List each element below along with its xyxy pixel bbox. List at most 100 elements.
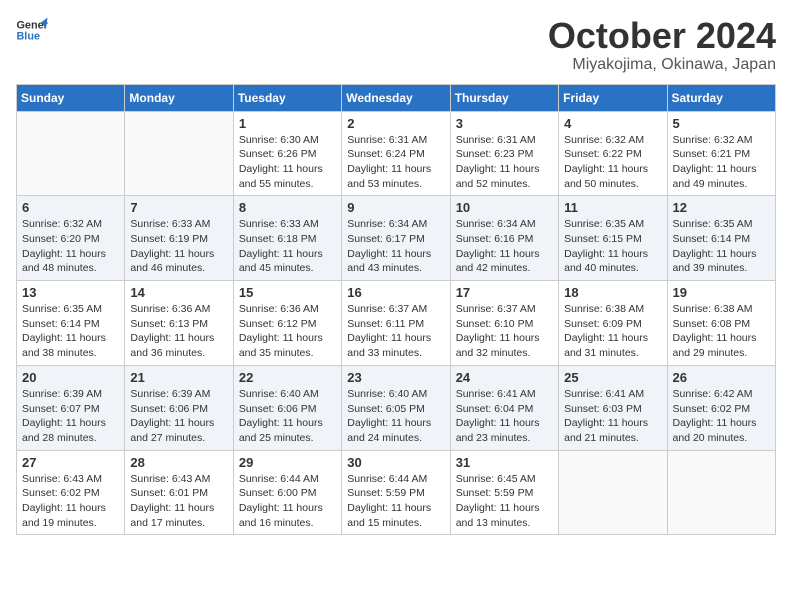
calendar-cell: 21 Sunrise: 6:39 AMSunset: 6:06 PMDaylig… — [125, 365, 233, 450]
calendar-cell: 30 Sunrise: 6:44 AMSunset: 5:59 PMDaylig… — [342, 450, 450, 535]
calendar-cell: 31 Sunrise: 6:45 AMSunset: 5:59 PMDaylig… — [450, 450, 558, 535]
day-number: 17 — [456, 285, 553, 300]
calendar-cell: 22 Sunrise: 6:40 AMSunset: 6:06 PMDaylig… — [233, 365, 341, 450]
calendar-cell: 1 Sunrise: 6:30 AMSunset: 6:26 PMDayligh… — [233, 111, 341, 196]
day-info: Sunrise: 6:36 AMSunset: 6:12 PMDaylight:… — [239, 302, 336, 361]
day-info: Sunrise: 6:43 AMSunset: 6:01 PMDaylight:… — [130, 472, 227, 531]
day-number: 29 — [239, 455, 336, 470]
day-number: 14 — [130, 285, 227, 300]
day-info: Sunrise: 6:39 AMSunset: 6:07 PMDaylight:… — [22, 387, 119, 446]
calendar-cell: 28 Sunrise: 6:43 AMSunset: 6:01 PMDaylig… — [125, 450, 233, 535]
day-number: 27 — [22, 455, 119, 470]
day-info: Sunrise: 6:39 AMSunset: 6:06 PMDaylight:… — [130, 387, 227, 446]
col-sunday: Sunday — [17, 84, 125, 111]
day-info: Sunrise: 6:37 AMSunset: 6:10 PMDaylight:… — [456, 302, 553, 361]
day-number: 5 — [673, 116, 770, 131]
day-info: Sunrise: 6:40 AMSunset: 6:05 PMDaylight:… — [347, 387, 444, 446]
day-number: 19 — [673, 285, 770, 300]
location-title: Miyakojima, Okinawa, Japan — [548, 56, 776, 74]
day-number: 20 — [22, 370, 119, 385]
calendar-week-4: 20 Sunrise: 6:39 AMSunset: 6:07 PMDaylig… — [17, 365, 776, 450]
day-info: Sunrise: 6:35 AMSunset: 6:14 PMDaylight:… — [22, 302, 119, 361]
month-title: October 2024 — [548, 16, 776, 56]
calendar-week-1: 1 Sunrise: 6:30 AMSunset: 6:26 PMDayligh… — [17, 111, 776, 196]
logo: General Blue — [16, 16, 48, 44]
calendar-week-3: 13 Sunrise: 6:35 AMSunset: 6:14 PMDaylig… — [17, 281, 776, 366]
day-number: 10 — [456, 200, 553, 215]
calendar-cell: 15 Sunrise: 6:36 AMSunset: 6:12 PMDaylig… — [233, 281, 341, 366]
day-number: 7 — [130, 200, 227, 215]
day-info: Sunrise: 6:43 AMSunset: 6:02 PMDaylight:… — [22, 472, 119, 531]
day-number: 4 — [564, 116, 661, 131]
day-number: 16 — [347, 285, 444, 300]
calendar-cell: 25 Sunrise: 6:41 AMSunset: 6:03 PMDaylig… — [559, 365, 667, 450]
calendar-cell: 11 Sunrise: 6:35 AMSunset: 6:15 PMDaylig… — [559, 196, 667, 281]
day-info: Sunrise: 6:41 AMSunset: 6:03 PMDaylight:… — [564, 387, 661, 446]
logo-icon: General Blue — [16, 16, 48, 44]
calendar-cell: 18 Sunrise: 6:38 AMSunset: 6:09 PMDaylig… — [559, 281, 667, 366]
calendar-cell: 16 Sunrise: 6:37 AMSunset: 6:11 PMDaylig… — [342, 281, 450, 366]
day-number: 24 — [456, 370, 553, 385]
col-friday: Friday — [559, 84, 667, 111]
day-number: 22 — [239, 370, 336, 385]
day-info: Sunrise: 6:33 AMSunset: 6:18 PMDaylight:… — [239, 217, 336, 276]
calendar-cell: 29 Sunrise: 6:44 AMSunset: 6:00 PMDaylig… — [233, 450, 341, 535]
col-saturday: Saturday — [667, 84, 775, 111]
calendar-table: Sunday Monday Tuesday Wednesday Thursday… — [16, 84, 776, 536]
day-info: Sunrise: 6:45 AMSunset: 5:59 PMDaylight:… — [456, 472, 553, 531]
day-info: Sunrise: 6:42 AMSunset: 6:02 PMDaylight:… — [673, 387, 770, 446]
day-info: Sunrise: 6:34 AMSunset: 6:17 PMDaylight:… — [347, 217, 444, 276]
day-info: Sunrise: 6:41 AMSunset: 6:04 PMDaylight:… — [456, 387, 553, 446]
day-info: Sunrise: 6:44 AMSunset: 5:59 PMDaylight:… — [347, 472, 444, 531]
day-info: Sunrise: 6:37 AMSunset: 6:11 PMDaylight:… — [347, 302, 444, 361]
day-number: 30 — [347, 455, 444, 470]
calendar-cell: 17 Sunrise: 6:37 AMSunset: 6:10 PMDaylig… — [450, 281, 558, 366]
calendar-cell: 24 Sunrise: 6:41 AMSunset: 6:04 PMDaylig… — [450, 365, 558, 450]
day-number: 2 — [347, 116, 444, 131]
calendar-cell: 12 Sunrise: 6:35 AMSunset: 6:14 PMDaylig… — [667, 196, 775, 281]
day-info: Sunrise: 6:31 AMSunset: 6:24 PMDaylight:… — [347, 133, 444, 192]
day-number: 18 — [564, 285, 661, 300]
day-number: 31 — [456, 455, 553, 470]
title-area: October 2024 Miyakojima, Okinawa, Japan — [548, 16, 776, 74]
day-number: 25 — [564, 370, 661, 385]
day-number: 23 — [347, 370, 444, 385]
header: General Blue October 2024 Miyakojima, Ok… — [16, 16, 776, 74]
day-number: 6 — [22, 200, 119, 215]
day-info: Sunrise: 6:32 AMSunset: 6:21 PMDaylight:… — [673, 133, 770, 192]
day-number: 9 — [347, 200, 444, 215]
day-info: Sunrise: 6:40 AMSunset: 6:06 PMDaylight:… — [239, 387, 336, 446]
col-thursday: Thursday — [450, 84, 558, 111]
calendar-cell: 2 Sunrise: 6:31 AMSunset: 6:24 PMDayligh… — [342, 111, 450, 196]
day-info: Sunrise: 6:36 AMSunset: 6:13 PMDaylight:… — [130, 302, 227, 361]
calendar-cell: 9 Sunrise: 6:34 AMSunset: 6:17 PMDayligh… — [342, 196, 450, 281]
calendar-cell: 13 Sunrise: 6:35 AMSunset: 6:14 PMDaylig… — [17, 281, 125, 366]
day-info: Sunrise: 6:35 AMSunset: 6:14 PMDaylight:… — [673, 217, 770, 276]
day-info: Sunrise: 6:33 AMSunset: 6:19 PMDaylight:… — [130, 217, 227, 276]
day-number: 21 — [130, 370, 227, 385]
calendar-cell — [559, 450, 667, 535]
calendar-cell: 4 Sunrise: 6:32 AMSunset: 6:22 PMDayligh… — [559, 111, 667, 196]
day-number: 13 — [22, 285, 119, 300]
calendar-cell: 26 Sunrise: 6:42 AMSunset: 6:02 PMDaylig… — [667, 365, 775, 450]
calendar-week-2: 6 Sunrise: 6:32 AMSunset: 6:20 PMDayligh… — [17, 196, 776, 281]
calendar-cell: 10 Sunrise: 6:34 AMSunset: 6:16 PMDaylig… — [450, 196, 558, 281]
col-wednesday: Wednesday — [342, 84, 450, 111]
day-number: 26 — [673, 370, 770, 385]
day-info: Sunrise: 6:32 AMSunset: 6:20 PMDaylight:… — [22, 217, 119, 276]
day-info: Sunrise: 6:31 AMSunset: 6:23 PMDaylight:… — [456, 133, 553, 192]
col-tuesday: Tuesday — [233, 84, 341, 111]
day-info: Sunrise: 6:44 AMSunset: 6:00 PMDaylight:… — [239, 472, 336, 531]
calendar-cell: 5 Sunrise: 6:32 AMSunset: 6:21 PMDayligh… — [667, 111, 775, 196]
calendar-cell — [125, 111, 233, 196]
day-number: 11 — [564, 200, 661, 215]
day-info: Sunrise: 6:32 AMSunset: 6:22 PMDaylight:… — [564, 133, 661, 192]
day-number: 3 — [456, 116, 553, 131]
calendar-cell: 7 Sunrise: 6:33 AMSunset: 6:19 PMDayligh… — [125, 196, 233, 281]
day-number: 1 — [239, 116, 336, 131]
calendar-cell: 23 Sunrise: 6:40 AMSunset: 6:05 PMDaylig… — [342, 365, 450, 450]
calendar-cell: 8 Sunrise: 6:33 AMSunset: 6:18 PMDayligh… — [233, 196, 341, 281]
svg-text:Blue: Blue — [16, 30, 40, 42]
calendar-cell: 27 Sunrise: 6:43 AMSunset: 6:02 PMDaylig… — [17, 450, 125, 535]
day-info: Sunrise: 6:34 AMSunset: 6:16 PMDaylight:… — [456, 217, 553, 276]
